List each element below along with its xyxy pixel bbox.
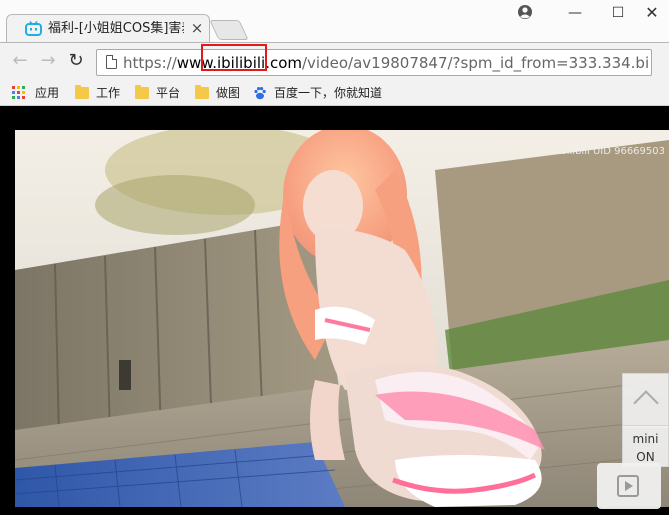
bookmark-label: 应用 xyxy=(35,86,60,100)
browser-tab[interactable]: 福利-[小姐姐COS集]害羞 × xyxy=(6,14,210,42)
title-bar: 福利-[小姐姐COS集]害羞 × — ☐ ✕ xyxy=(0,0,669,42)
chevron-up-icon xyxy=(633,390,659,416)
page-info-icon[interactable] xyxy=(106,55,117,69)
tab-close-button[interactable]: × xyxy=(189,20,205,36)
page-content: bilibili UID 96669503 mini ON xyxy=(0,107,669,515)
bilibili-tv-icon xyxy=(25,21,42,36)
bookmark-label: 平台 xyxy=(156,86,181,100)
bookmark-folder-work[interactable]: 工作 xyxy=(75,84,120,102)
bookmark-folder-design[interactable]: 做图 xyxy=(195,84,240,102)
account-icon[interactable] xyxy=(515,3,535,21)
play-button[interactable] xyxy=(597,463,661,509)
mini-player-toggle[interactable]: mini ON xyxy=(622,425,669,467)
new-tab-button[interactable] xyxy=(209,20,249,40)
tab-title: 福利-[小姐姐COS集]害羞 xyxy=(48,21,184,36)
minimize-button[interactable]: — xyxy=(566,4,584,22)
scroll-top-button[interactable] xyxy=(622,373,669,428)
close-window-button[interactable]: ✕ xyxy=(643,4,661,22)
maximize-button[interactable]: ☐ xyxy=(609,4,627,22)
reload-button[interactable]: ↻ xyxy=(66,51,86,71)
bookmark-folder-platform[interactable]: 平台 xyxy=(135,84,180,102)
mini-label: mini xyxy=(632,432,659,446)
folder-icon xyxy=(135,85,149,99)
video-watermark: bilibili UID 96669503 xyxy=(560,146,665,157)
url-path: /video/av19807847/?spm_id_from=333.334.b… xyxy=(302,54,649,72)
bookmark-label: 百度一下，你就知道 xyxy=(274,86,383,100)
forward-button[interactable]: → xyxy=(38,51,58,71)
bookmarks-bar: 应用 工作 平台 做图 百度一下，你就知道 xyxy=(0,80,669,106)
folder-icon xyxy=(75,85,89,99)
bookmark-label: 做图 xyxy=(216,86,241,100)
video-frame-image xyxy=(15,130,669,507)
browser-toolbar: ← → ↻ https://www.ibilibili.com/video/av… xyxy=(0,42,669,80)
video-player[interactable]: bilibili UID 96669503 xyxy=(15,130,669,507)
bookmark-label: 工作 xyxy=(96,86,121,100)
folder-icon xyxy=(195,85,209,99)
apps-grid-icon xyxy=(12,86,26,100)
back-button[interactable]: ← xyxy=(10,51,30,71)
url-highlight-box xyxy=(201,44,267,71)
bookmark-baidu[interactable]: 百度一下，你就知道 xyxy=(253,84,382,102)
url-scheme: https:// xyxy=(123,54,177,72)
play-icon xyxy=(617,475,639,497)
bookmark-apps[interactable]: 应用 xyxy=(12,84,59,102)
baidu-paw-icon xyxy=(254,87,266,100)
address-bar[interactable]: https://www.ibilibili.com/video/av198078… xyxy=(96,44,652,76)
